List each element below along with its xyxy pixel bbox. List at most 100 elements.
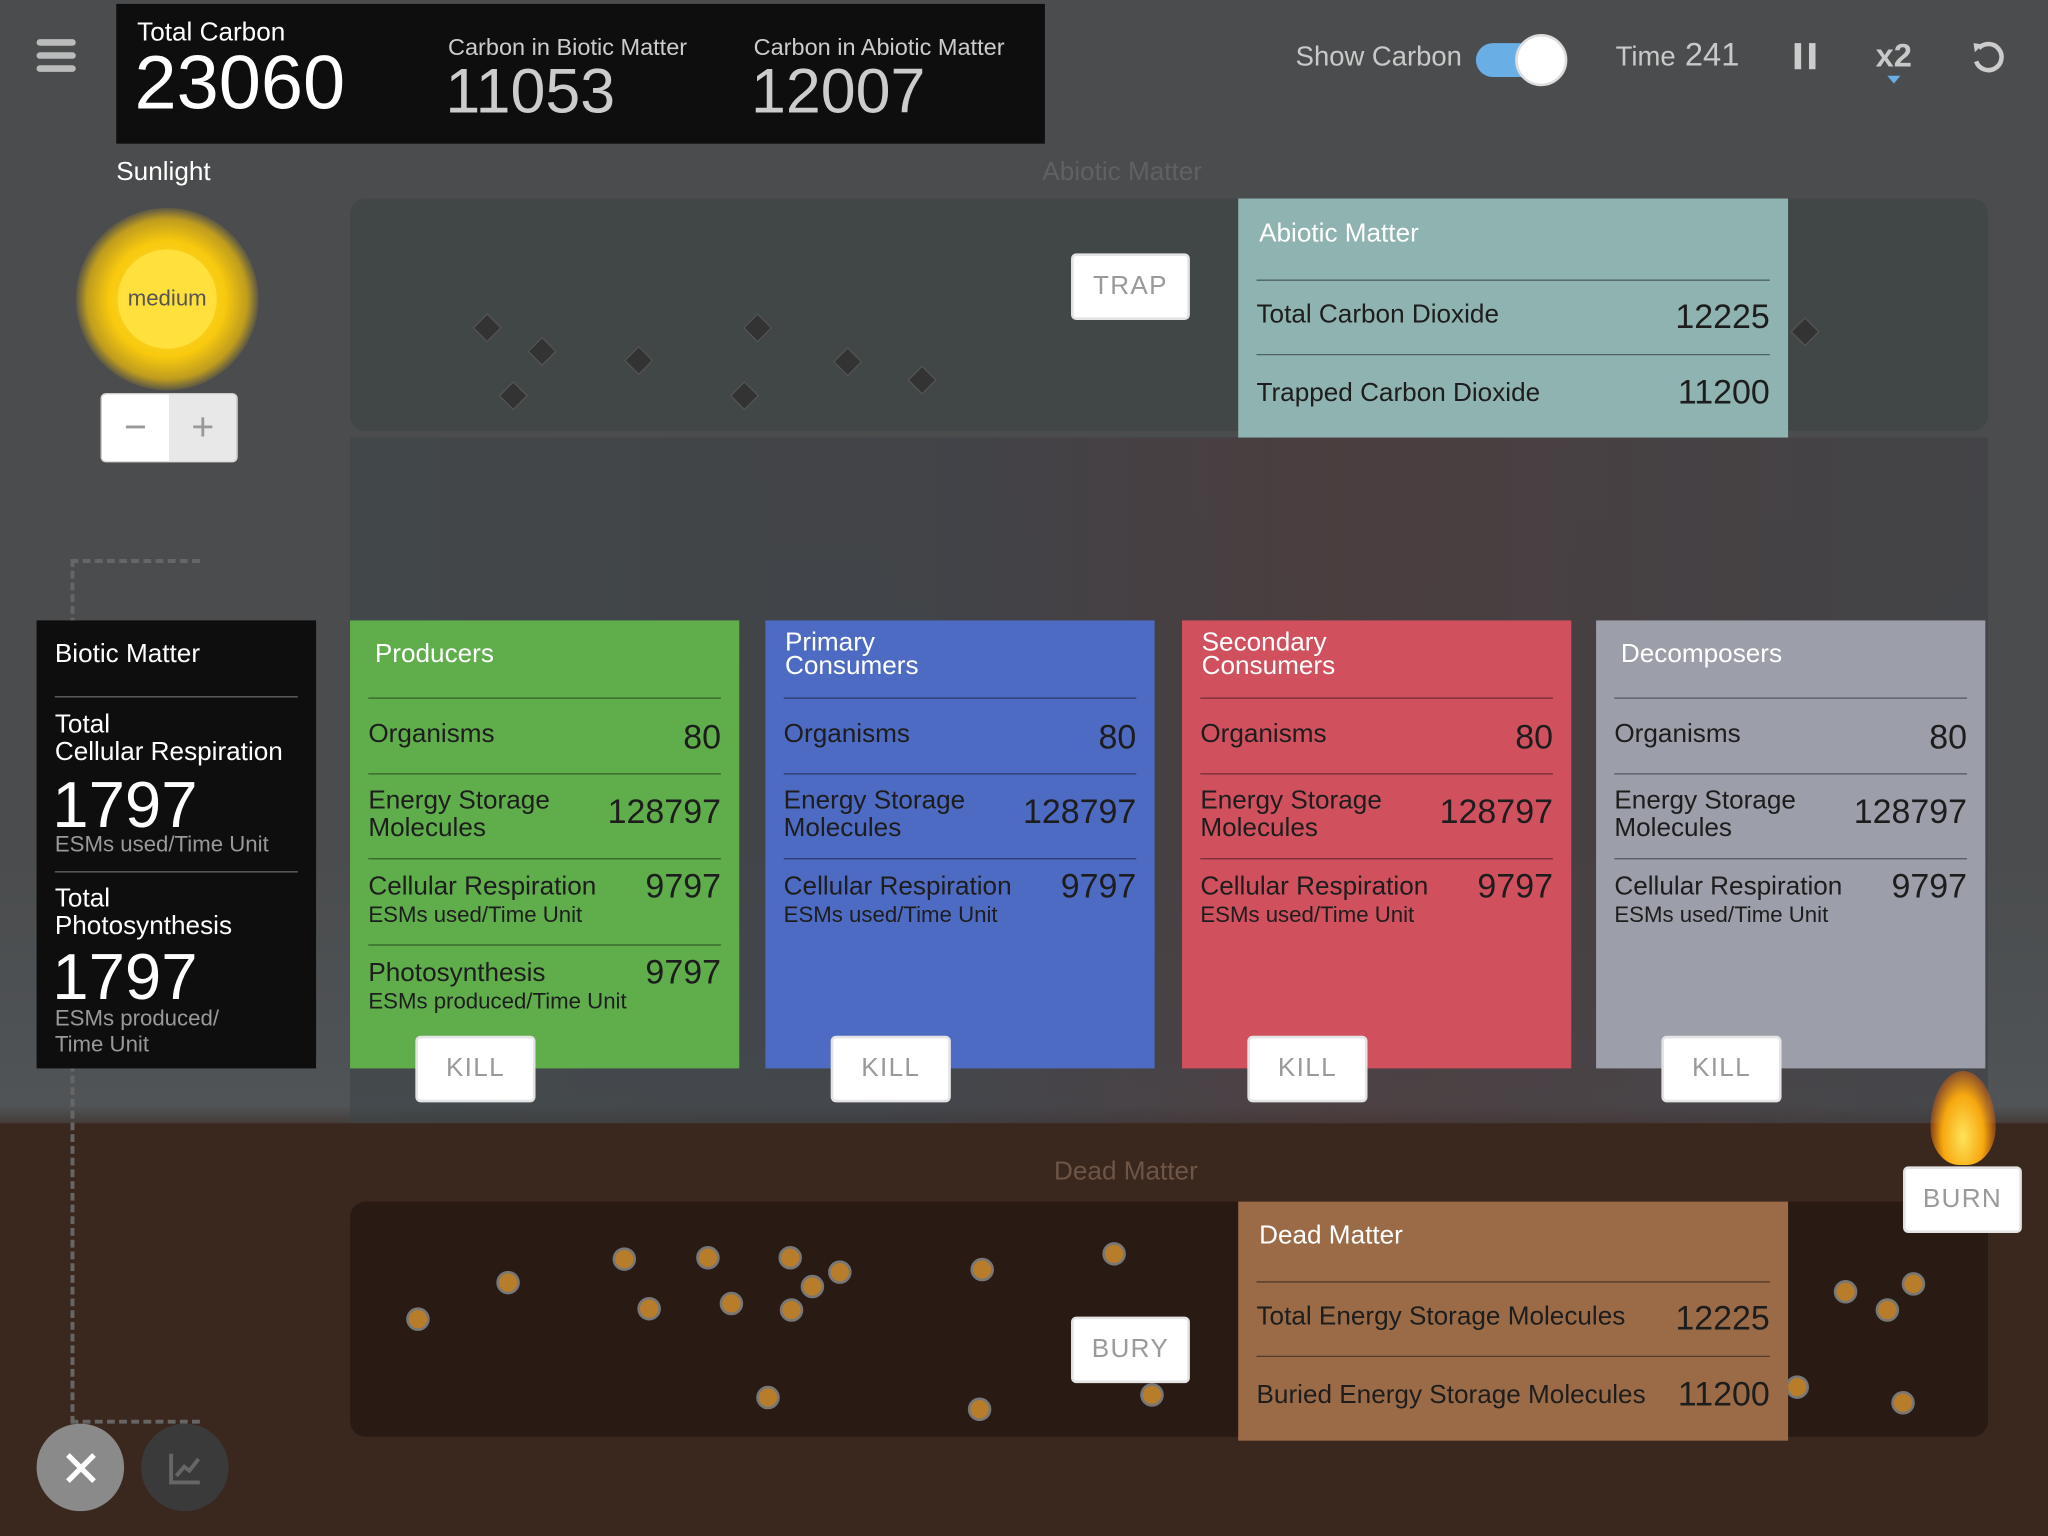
sunlight-decrease-button[interactable]: − <box>101 394 170 462</box>
show-carbon-toggle[interactable] <box>1475 33 1573 87</box>
row-value: 80 <box>683 717 721 757</box>
dead-row: Buried Energy Storage Molecules 11200 <box>1256 1355 1770 1430</box>
row-label: Organisms <box>1614 719 1741 749</box>
unit: ESMs used/Time Unit <box>783 902 998 928</box>
row-value: 12225 <box>1675 1298 1770 1338</box>
carbon-cycle-simulation: Abiotic Matter Dead Matter Total Carbon … <box>0 0 2048 1536</box>
row-label: Total Carbon Dioxide <box>1256 300 1499 330</box>
row-label: Energy Storage Molecules <box>368 786 550 843</box>
title-line: Decomposers <box>1620 639 1783 669</box>
energy-storage-molecule-icon <box>696 1246 720 1270</box>
respiration-row: Cellular Respiration ESMs used/Time Unit 9… <box>783 858 1137 944</box>
divider <box>54 871 298 873</box>
energy-storage-molecule-icon <box>1891 1391 1915 1415</box>
dead-matter-panel: Dead Matter Total Energy Storage Molecul… <box>1238 1201 1789 1441</box>
total-photosynthesis-title: Total Photosynthesis <box>54 884 232 941</box>
row-label: Cellular Respiration ESMs used/Time Unit <box>783 872 1012 929</box>
dead-area-label: Dead Matter <box>1054 1157 1198 1186</box>
row-label: Trapped Carbon Dioxide <box>1256 378 1541 408</box>
label-line: Energy Storage <box>1614 786 1796 816</box>
row-label: Photosynthesis ESMs produced/Time Unit <box>368 958 627 1015</box>
time-value: 241 <box>1684 36 1740 74</box>
row-value: 128797 <box>1439 791 1553 831</box>
kill-decomposers-button[interactable]: KILL <box>1661 1035 1782 1103</box>
burn-button[interactable]: BURN <box>1903 1166 2022 1233</box>
sunlight-level: medium <box>117 249 217 349</box>
row-label: Buried Energy Storage Molecules <box>1256 1380 1646 1410</box>
energy-storage-molecule-icon <box>1102 1242 1126 1266</box>
total-respiration-title: Total Cellular Respiration <box>55 711 283 767</box>
label-line: Cellular Respiration <box>1200 872 1429 902</box>
unit: ESMs used/Time Unit <box>1614 902 1829 928</box>
label-line: Cellular Respiration <box>783 872 1012 902</box>
label-line: Molecules <box>1614 813 1732 843</box>
panel-title: Secondary Consumers <box>1201 630 1336 681</box>
pause-icon[interactable] <box>1794 43 1816 70</box>
biotic-carbon-value: 11053 <box>445 57 616 127</box>
line: Total <box>54 884 111 913</box>
energy-storage-molecule-icon <box>1901 1272 1926 1296</box>
unit: ESMs used/Time Unit <box>368 902 583 928</box>
total-respiration-unit: ESMs used/Time Unit <box>54 831 269 857</box>
label-line: Cellular Respiration <box>368 872 597 902</box>
chart-icon <box>168 1453 200 1484</box>
row-value: 9797 <box>645 952 721 992</box>
abiotic-matter-panel: Abiotic Matter Total Carbon Dioxide 1222… <box>1238 198 1789 438</box>
line: Time Unit <box>54 1031 150 1057</box>
row-label: Energy Storage Molecules <box>784 787 966 843</box>
abiotic-area-label: Abiotic Matter <box>1042 158 1202 187</box>
title-line: Producers <box>374 639 494 669</box>
hamburger-icon[interactable] <box>36 39 76 78</box>
energy-storage-molecule-icon <box>828 1260 852 1284</box>
unit: ESMs produced/Time Unit <box>368 988 627 1014</box>
title-line: Consumers <box>1201 651 1336 681</box>
reset-icon[interactable] <box>1968 38 2007 77</box>
show-carbon-label: Show Carbon <box>1295 41 1462 72</box>
carbon-summary: Total Carbon 23060 Carbon in Biotic Matt… <box>116 3 1045 144</box>
sun-icon: medium <box>75 207 259 391</box>
row-label: Cellular Respiration ESMs used/Time Unit <box>1614 873 1842 929</box>
row-label: Energy Storage Molecules <box>1614 786 1796 843</box>
panel-title: Decomposers <box>1620 639 1783 669</box>
row-value: 128797 <box>1853 791 1968 831</box>
close-button[interactable] <box>36 1423 125 1512</box>
sunlight-increase-button[interactable]: + <box>169 394 237 462</box>
row-label: Total Energy Storage Molecules <box>1256 1302 1626 1331</box>
row-label: Energy Storage Molecules <box>1200 786 1382 843</box>
kill-secondary-consumers-button[interactable]: KILL <box>1247 1035 1368 1103</box>
dead-panel-title: Dead Matter <box>1259 1221 1403 1250</box>
esm-row: Energy Storage Molecules 128797 <box>368 773 721 858</box>
kill-producers-button[interactable]: KILL <box>415 1035 536 1103</box>
abiotic-carbon-value: 12007 <box>751 57 926 127</box>
chart-button[interactable] <box>141 1423 229 1512</box>
speed-button[interactable]: x2 <box>1876 38 1912 76</box>
energy-storage-molecule-icon <box>637 1296 661 1321</box>
row-label: Organisms <box>783 719 910 749</box>
total-photosynthesis-unit: ESMs produced/Time Unit <box>55 1006 219 1058</box>
row-value: 9797 <box>1891 865 1968 906</box>
total-carbon-value: 23060 <box>134 40 346 126</box>
row-label: Cellular Respiration ESMs used/Time Unit <box>1200 872 1429 929</box>
sunlight-stepper: − + <box>100 393 238 463</box>
label-line: Energy Storage <box>368 786 550 816</box>
decomposers-panel: Decomposers Organisms 80 Energy Storage Mo… <box>1596 620 1986 1069</box>
energy-storage-molecule-icon <box>496 1270 520 1295</box>
divider <box>54 696 298 698</box>
row-value: 12225 <box>1675 296 1770 336</box>
row-value: 11200 <box>1677 372 1770 412</box>
row-label: Organisms <box>1200 719 1327 749</box>
energy-storage-molecule-icon <box>1140 1383 1164 1407</box>
title-line: Consumers <box>784 651 919 681</box>
producers-panel: Producers Organisms 80 Energy Storage Mole… <box>350 620 740 1069</box>
row-value: 9797 <box>1060 865 1137 906</box>
energy-storage-molecule-icon <box>1875 1298 1900 1322</box>
bury-button[interactable]: BURY <box>1071 1316 1190 1384</box>
total-photosynthesis-value: 1797 <box>52 940 198 1014</box>
kill-primary-consumers-button[interactable]: KILL <box>830 1035 951 1103</box>
label-line: Energy Storage <box>1200 786 1382 816</box>
row-label: Organisms <box>368 719 495 749</box>
esm-row: Energy Storage Molecules 128797 <box>1200 773 1553 858</box>
label-line: Photosynthesis <box>368 958 546 988</box>
trap-button[interactable]: TRAP <box>1071 253 1190 320</box>
label-line: Molecules <box>368 813 486 843</box>
